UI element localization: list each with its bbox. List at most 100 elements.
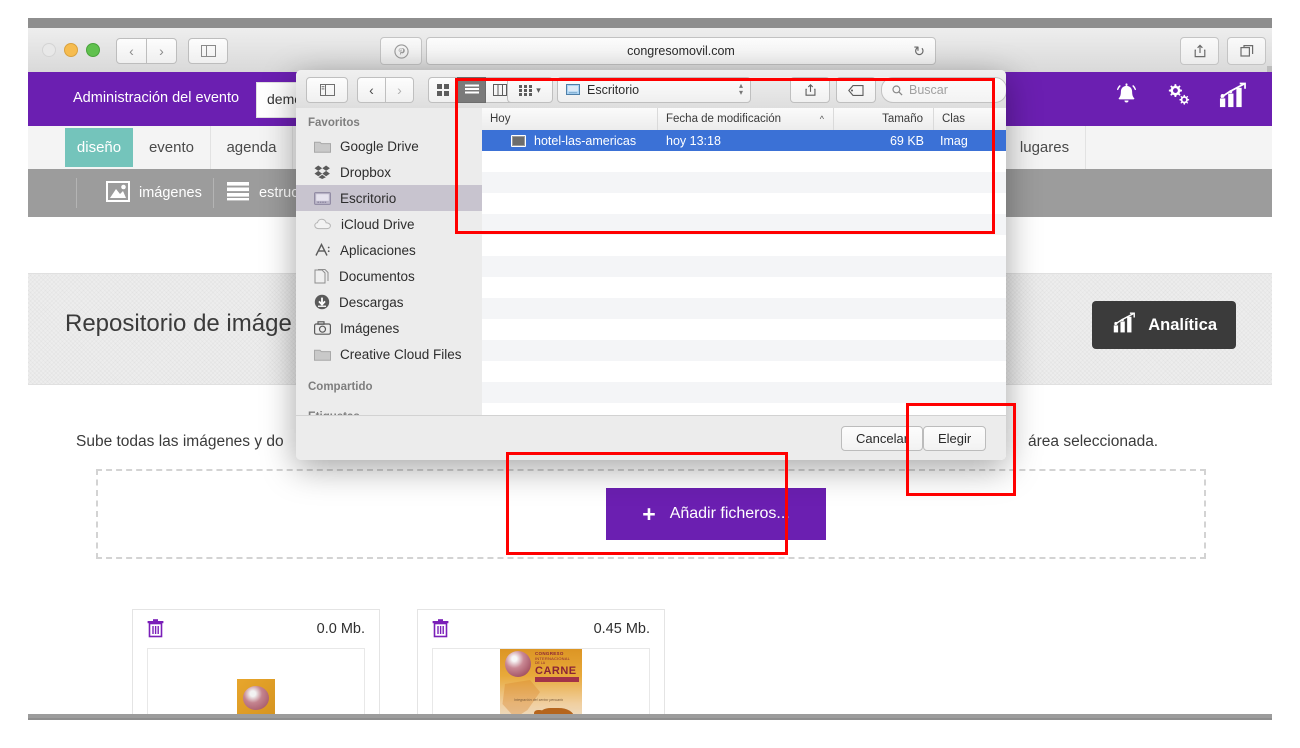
poster-globe-icon xyxy=(505,651,531,677)
table-row-empty xyxy=(482,151,1006,172)
folder-icon xyxy=(314,141,331,153)
url-text: congresomovil.com xyxy=(627,44,735,58)
finder-forward-button[interactable]: › xyxy=(386,77,414,103)
address-bar[interactable]: congresomovil.com ↻ xyxy=(426,37,936,65)
congreso-carne-poster: CONGRESO INTERNACIONAL DE LA CARNE Integ… xyxy=(500,649,582,718)
table-row[interactable]: hotel-las-americas hoy 13:18 69 KB Imag xyxy=(482,130,1006,151)
window-traffic-lights[interactable] xyxy=(42,43,100,57)
column-header-date[interactable]: Fecha de modificación ^ xyxy=(658,108,834,130)
sidebar-item-google-drive[interactable]: Google Drive xyxy=(296,133,482,159)
finder-sidebar-toggle-icon[interactable] xyxy=(306,77,348,103)
image-file-icon xyxy=(511,134,526,147)
upload-helper-text-right: área seleccionada. xyxy=(1028,433,1159,450)
view-list-mode-button[interactable] xyxy=(457,77,486,103)
finder-rows[interactable]: hotel-las-americas hoy 13:18 69 KB Imag xyxy=(482,130,1006,460)
reload-icon[interactable]: ↻ xyxy=(913,43,925,60)
share-icon[interactable] xyxy=(1180,37,1219,65)
file-card[interactable]: 0.0 Mb. xyxy=(132,609,380,718)
cancel-button[interactable]: Cancelar xyxy=(841,426,924,451)
sidebar-label: Creative Cloud Files xyxy=(340,346,462,362)
meatball-thumbnail xyxy=(237,679,275,717)
subnav-label-imagenes: imágenes xyxy=(139,185,202,201)
finder-column-headers[interactable]: Hoy Fecha de modificación ^ Tamaño Clas xyxy=(482,108,1006,131)
sidebar-item-icloud-drive[interactable]: iCloud Drive xyxy=(296,211,482,237)
finder-sidebar[interactable]: Favoritos Google Drive Dropbox Escritori… xyxy=(296,108,483,460)
pinterest-icon[interactable] xyxy=(380,37,422,65)
page-margin-bottom xyxy=(0,718,1300,748)
browser-right-buttons[interactable] xyxy=(1180,37,1266,65)
file-name-cell: hotel-las-americas xyxy=(482,134,658,148)
sidebar-item-descargas[interactable]: Descargas xyxy=(296,289,482,315)
app-header-icons[interactable] xyxy=(1113,82,1248,109)
choose-button[interactable]: Elegir xyxy=(923,426,987,451)
tab-diseno[interactable]: diseño xyxy=(65,128,133,167)
show-tabs-icon[interactable] xyxy=(1227,37,1266,65)
finder-search-placeholder: Buscar xyxy=(909,83,948,97)
tab-agenda[interactable]: agenda xyxy=(211,126,293,169)
view-icon-mode-button[interactable] xyxy=(428,77,457,103)
sidebar-label: iCloud Drive xyxy=(341,216,415,232)
camera-icon xyxy=(314,321,331,335)
file-dropzone[interactable]: + Añadir ficheros... xyxy=(96,469,1206,559)
forward-button[interactable]: › xyxy=(147,38,177,64)
sidebar-label: Imágenes xyxy=(340,320,400,336)
trash-icon[interactable] xyxy=(147,619,164,643)
finder-tags-icon[interactable] xyxy=(836,77,876,103)
column-header-kind[interactable]: Clas xyxy=(934,108,1006,130)
back-button[interactable]: ‹ xyxy=(116,38,147,64)
chevron-down-icon: ▾ xyxy=(536,84,541,95)
analytics-bars-icon[interactable] xyxy=(1217,82,1248,109)
finder-location-dropdown[interactable]: Escritorio ▴ ▾ xyxy=(557,77,751,103)
finder-file-list[interactable]: Hoy Fecha de modificación ^ Tamaño Clas … xyxy=(482,108,1006,460)
sidebar-item-dropbox[interactable]: Dropbox xyxy=(296,159,482,185)
add-files-button[interactable]: + Añadir ficheros... xyxy=(606,488,826,540)
gears-icon[interactable] xyxy=(1164,82,1193,109)
sidebar-toggle-icon[interactable] xyxy=(188,38,228,64)
sidebar-label: Escritorio xyxy=(340,190,397,206)
subnav-item-imagenes[interactable]: imágenes xyxy=(106,169,202,217)
file-card[interactable]: 0.45 Mb. CONGRESO INTERNACIONAL DE LA CA… xyxy=(417,609,665,718)
table-row-empty xyxy=(482,382,1006,403)
column-header-name[interactable]: Hoy xyxy=(482,108,658,130)
finder-share-icon[interactable] xyxy=(790,77,830,103)
analytics-button[interactable]: Analítica xyxy=(1092,301,1236,349)
sidebar-item-documentos[interactable]: Documentos xyxy=(296,263,482,289)
finder-nav-buttons[interactable]: ‹ › xyxy=(357,77,414,103)
folder-icon xyxy=(314,349,331,361)
file-card-header: 0.0 Mb. xyxy=(133,610,379,648)
browser-navigation-buttons[interactable]: ‹ › xyxy=(116,38,177,64)
sidebar-item-escritorio[interactable]: Escritorio xyxy=(296,185,482,211)
stepper-icon[interactable]: ▴ ▾ xyxy=(739,82,743,97)
close-window-button[interactable] xyxy=(42,43,56,57)
documents-icon xyxy=(314,268,329,283)
desktop-icon xyxy=(566,84,580,95)
upload-helper-text-left: Sube todas las imágenes y do xyxy=(76,433,284,450)
table-row-empty xyxy=(482,277,1006,298)
tab-evento[interactable]: evento xyxy=(133,126,211,169)
finder-group-by-button[interactable]: ▾ xyxy=(507,77,553,103)
sidebar-item-imagenes[interactable]: Imágenes xyxy=(296,315,482,341)
file-thumbnail xyxy=(147,648,365,718)
trash-icon[interactable] xyxy=(432,619,449,643)
finder-open-dialog[interactable]: ‹ › ▾ Escritorio ▴ ▾ Buscar Favoritos Go… xyxy=(296,70,1006,460)
page-margin-right xyxy=(1272,0,1300,748)
sidebar-label: Google Drive xyxy=(340,138,419,154)
sidebar-item-aplicaciones[interactable]: Aplicaciones xyxy=(296,237,482,263)
poster-rule xyxy=(535,677,579,682)
file-name-text: hotel-las-americas xyxy=(534,133,637,148)
finder-view-mode-buttons[interactable] xyxy=(428,77,514,103)
finder-back-button[interactable]: ‹ xyxy=(357,77,386,103)
file-date-cell: hoy 13:18 xyxy=(666,133,721,148)
analytics-button-label: Analítica xyxy=(1148,315,1217,334)
layers-icon xyxy=(226,181,250,205)
tab-lugares[interactable]: lugares xyxy=(1004,126,1086,169)
sidebar-label: Aplicaciones xyxy=(340,242,416,258)
table-row-empty xyxy=(482,214,1006,235)
sidebar-item-creative-cloud-files[interactable]: Creative Cloud Files xyxy=(296,341,482,367)
finder-search-input[interactable]: Buscar xyxy=(881,77,1006,103)
zoom-window-button[interactable] xyxy=(86,43,100,57)
column-header-size[interactable]: Tamaño xyxy=(834,108,934,130)
minimize-window-button[interactable] xyxy=(64,43,78,57)
bell-icon[interactable] xyxy=(1113,82,1140,109)
sidebar-label: Dropbox xyxy=(340,164,392,180)
